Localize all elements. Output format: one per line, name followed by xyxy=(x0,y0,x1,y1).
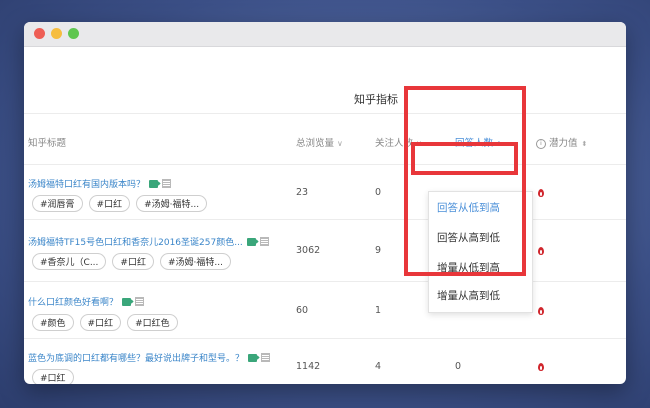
sort-dropdown-menu: 回答从低到高 回答从高到低 增量从低到高 增量从高到低 xyxy=(428,191,533,313)
column-header-title: 知乎标题 xyxy=(28,138,67,149)
column-header-followers[interactable]: 关注人数 ∨ xyxy=(375,135,422,149)
edit-icon[interactable] xyxy=(246,238,256,246)
sort-icon: ⬍ xyxy=(581,140,588,148)
document-icon[interactable] xyxy=(135,297,145,306)
document-icon[interactable] xyxy=(261,353,271,362)
topic-tag[interactable]: #口红 xyxy=(112,253,154,270)
views-value: 1142 xyxy=(296,361,321,372)
sort-option-growth-asc[interactable]: 增量从低到高 xyxy=(437,260,500,275)
views-value: 23 xyxy=(296,187,309,198)
sort-option-growth-desc[interactable]: 增量从高到低 xyxy=(437,288,500,303)
followers-value: 1 xyxy=(375,305,382,316)
topic-tag[interactable]: #香奈儿（C... xyxy=(32,253,107,270)
divider xyxy=(24,164,626,165)
column-header-views[interactable]: 总浏览量 ∨ xyxy=(296,135,343,149)
close-window-button[interactable] xyxy=(34,28,45,39)
views-value: 60 xyxy=(296,305,309,316)
flame-icon xyxy=(538,307,544,315)
views-value: 3062 xyxy=(296,245,321,256)
followers-value: 0 xyxy=(375,187,382,198)
question-title-link[interactable]: 什么口红颜色好看啊？ xyxy=(28,295,145,308)
topic-tag[interactable]: #口红 xyxy=(79,314,122,331)
flame-icon xyxy=(538,363,544,371)
edit-icon[interactable] xyxy=(149,180,159,188)
divider xyxy=(24,338,626,339)
column-header-answers[interactable]: 回答人数 ∧ xyxy=(455,135,502,149)
topic-tag[interactable]: #颜色 xyxy=(32,314,74,331)
divider xyxy=(24,281,626,282)
app-window: 知乎指标 知乎标题 总浏览量 ∨ 关注人数 ∨ 回答人数 ∧ i 潜力值 ⬍ 汤姆福特口红… xyxy=(24,22,626,384)
sort-option-answers-asc[interactable]: 回答从低到高 xyxy=(437,200,500,215)
info-icon: i xyxy=(536,139,546,149)
topic-tag[interactable]: #口红 xyxy=(88,195,131,212)
divider xyxy=(24,219,626,220)
column-header-potential[interactable]: i 潜力值 ⬍ xyxy=(536,135,587,149)
document-icon[interactable] xyxy=(162,179,172,188)
question-title-link[interactable]: 蓝色为底调的口红都有哪些？最好说出牌子和型号。？ xyxy=(28,351,271,364)
chevron-up-icon: ∧ xyxy=(496,139,502,148)
topic-tag[interactable]: #润唇膏 xyxy=(32,195,83,212)
flame-icon xyxy=(538,247,544,255)
followers-value: 9 xyxy=(375,245,382,256)
flame-icon xyxy=(538,189,544,197)
followers-value: 4 xyxy=(375,361,382,372)
question-title-link[interactable]: 汤姆福特口红有国内版本吗？ xyxy=(28,177,172,190)
edit-icon[interactable] xyxy=(248,354,258,362)
topic-tag[interactable]: #汤姆·福特... xyxy=(136,195,208,212)
topic-tag[interactable]: #口红 xyxy=(32,369,74,384)
divider xyxy=(24,113,626,114)
minimize-window-button[interactable] xyxy=(51,28,62,39)
edit-icon[interactable] xyxy=(122,298,132,306)
answers-value: 0 xyxy=(455,361,462,372)
chevron-down-icon: ∨ xyxy=(416,139,422,148)
zoom-window-button[interactable] xyxy=(68,28,79,39)
topic-tag[interactable]: #汤姆·福特... xyxy=(159,253,231,270)
group-header-zhihu-metrics: 知乎指标 xyxy=(354,93,398,106)
topic-tag[interactable]: #口红色 xyxy=(127,314,178,331)
question-title-link[interactable]: 汤姆福特TF15号色口红和香奈儿2016圣诞257颜色... xyxy=(28,235,269,248)
title-bar xyxy=(24,22,626,47)
data-table: 知乎指标 知乎标题 总浏览量 ∨ 关注人数 ∨ 回答人数 ∧ i 潜力值 ⬍ 汤姆福特口红… xyxy=(24,47,626,384)
chevron-down-icon: ∨ xyxy=(337,139,343,148)
document-icon[interactable] xyxy=(259,237,269,246)
sort-option-answers-desc[interactable]: 回答从高到低 xyxy=(437,230,500,245)
